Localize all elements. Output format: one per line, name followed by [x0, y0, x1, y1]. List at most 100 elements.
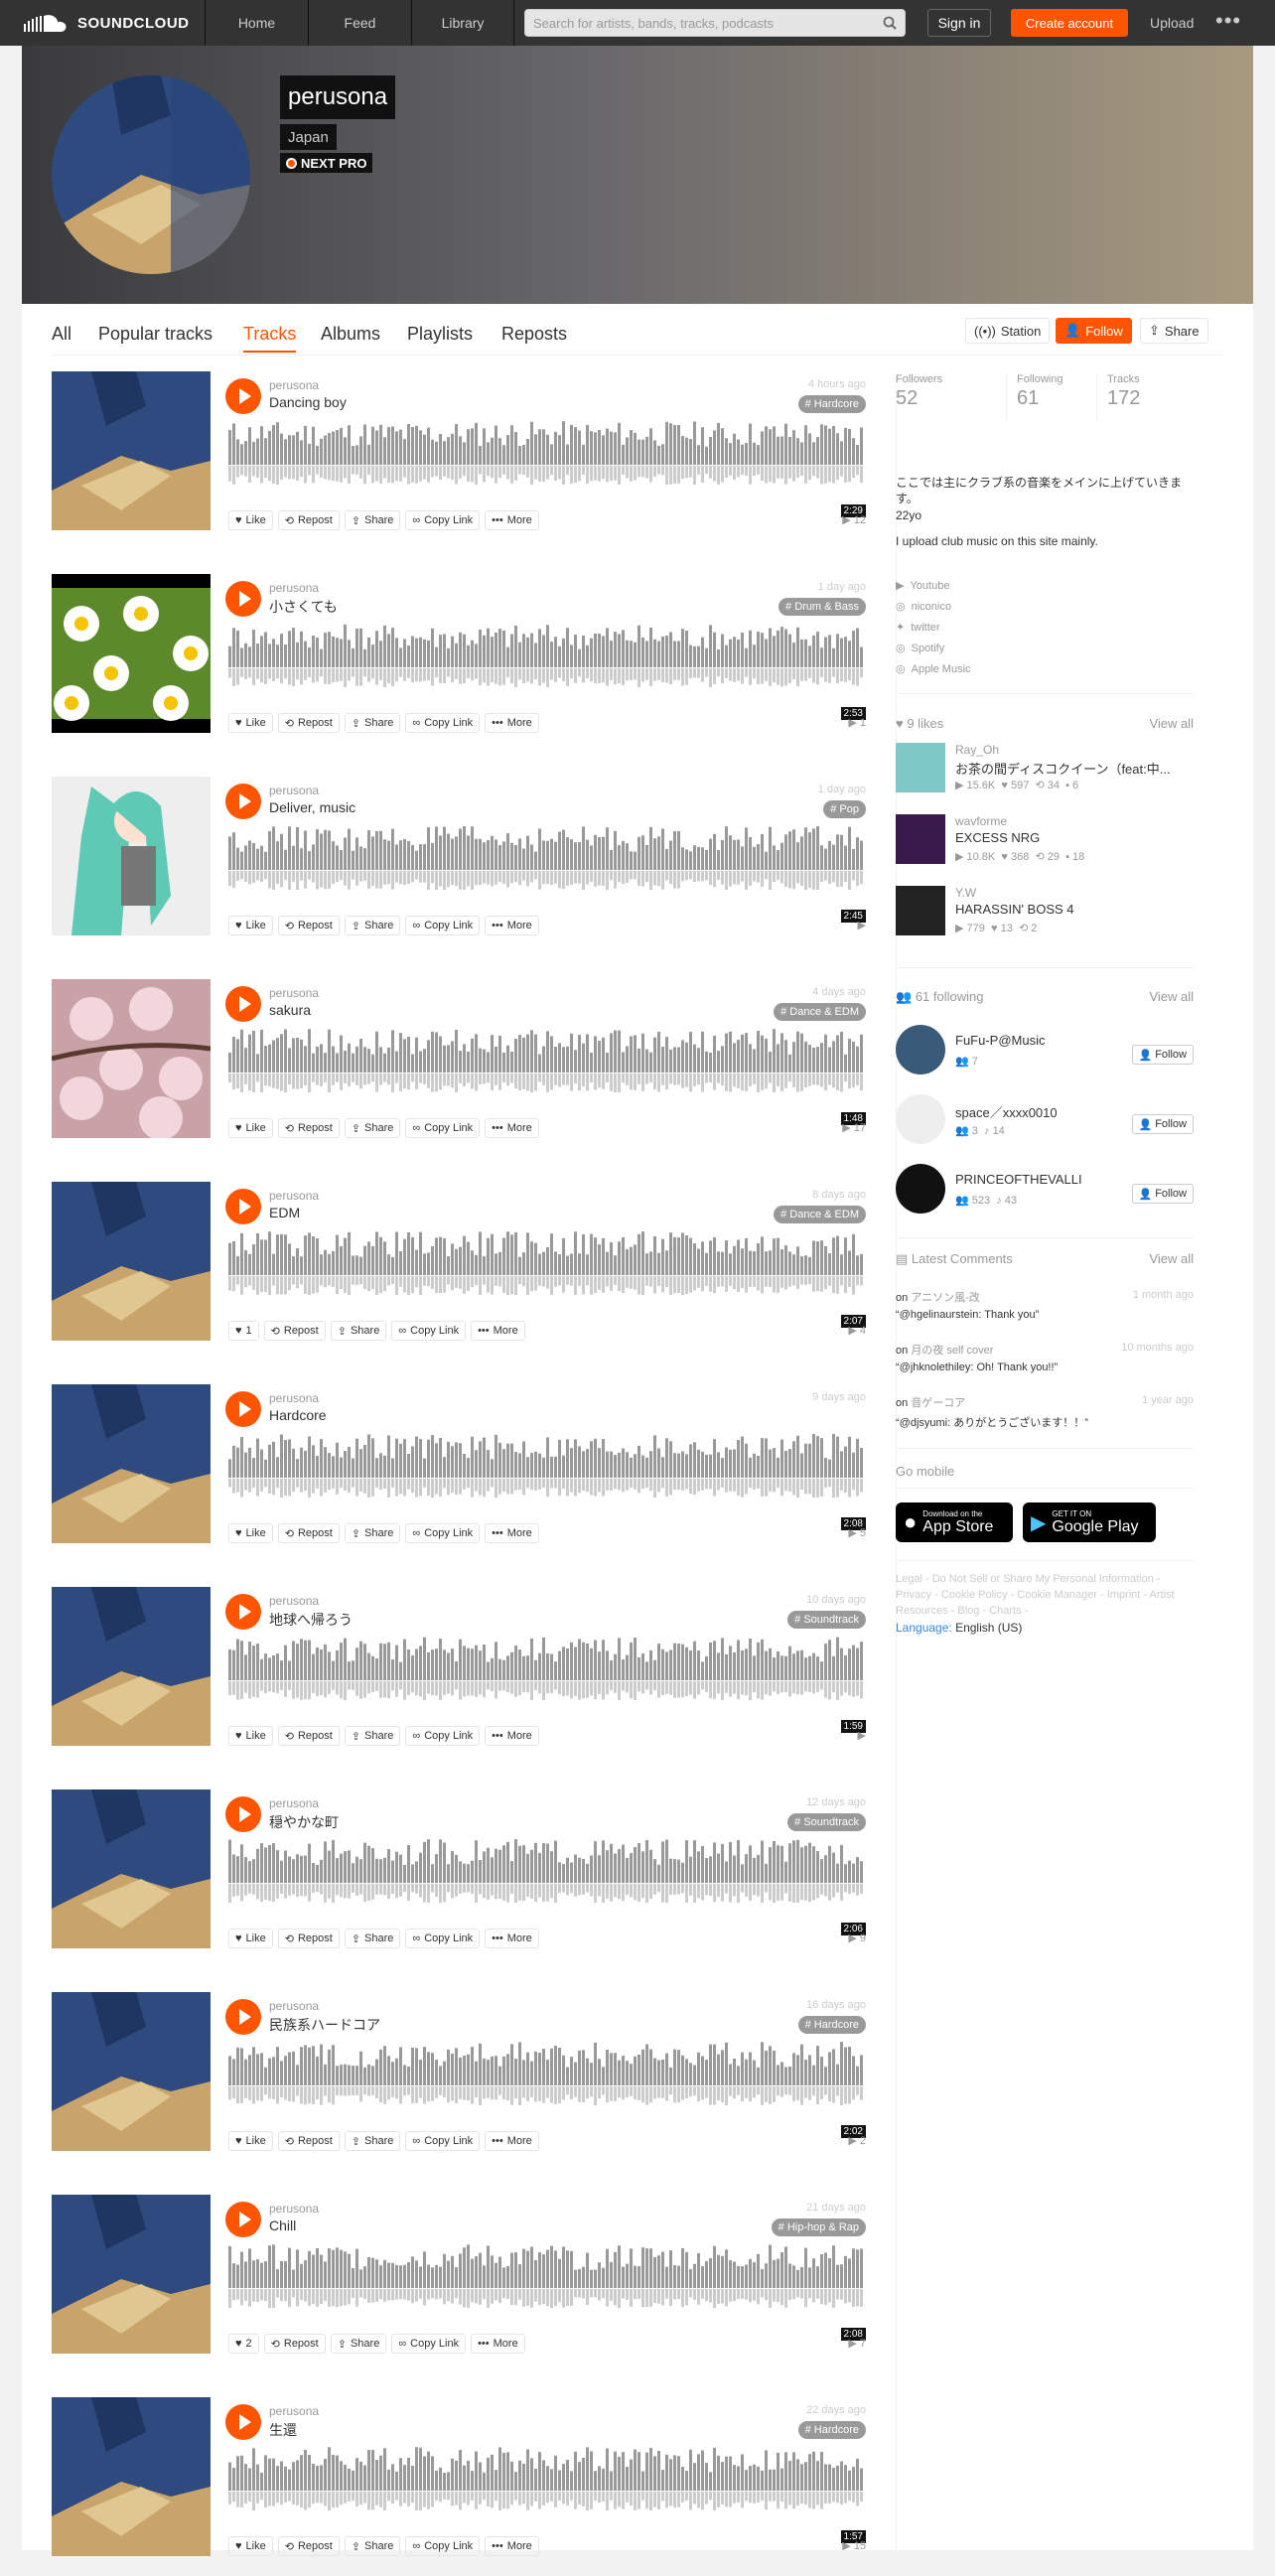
search-input[interactable]: Search for artists, bands, tracks, podca… — [524, 9, 906, 37]
play-button[interactable] — [225, 581, 261, 617]
track-artwork[interactable] — [52, 2195, 211, 2354]
like-button[interactable]: ♥ 2 — [228, 2334, 259, 2354]
share-button[interactable]: ⇪ Share — [344, 510, 401, 530]
share-button[interactable]: ⇪ Share — [1140, 318, 1208, 344]
more-button[interactable]: ••• More — [485, 510, 539, 530]
play-button[interactable] — [225, 1189, 261, 1224]
liked-title[interactable]: HARASSIN' BOSS 4 — [955, 902, 1194, 917]
google-play-badge[interactable]: ▶ GET IT ON Google Play — [1023, 1503, 1156, 1542]
following-user[interactable]: space／xxxx0010 👥 3 ♪ 14 👤 Follow — [896, 1094, 1194, 1154]
like-button[interactable]: ♥ Like — [228, 2536, 273, 2556]
track-user[interactable]: perusona — [269, 1391, 319, 1405]
track-artwork[interactable] — [52, 979, 211, 1138]
user-name[interactable]: space／xxxx0010 — [955, 1102, 1058, 1121]
comment-item[interactable]: on 月の夜 self cover 10 months ago “@jhknolet… — [896, 1342, 1194, 1391]
follow-user-button[interactable]: 👤 Follow — [1131, 1114, 1194, 1134]
track-title[interactable]: 地球へ帰ろう — [269, 1610, 353, 1630]
repost-button[interactable]: ⟲ Repost — [277, 1523, 340, 1543]
create-account-button[interactable]: Create account — [1011, 9, 1128, 37]
repost-button[interactable]: ⟲ Repost — [277, 2131, 340, 2151]
genre-tag[interactable]: # Hardcore — [797, 2421, 866, 2439]
track-title[interactable]: 生還 — [269, 2420, 297, 2440]
like-button[interactable]: ♥ Like — [228, 1726, 273, 1746]
copy-link-button[interactable]: ∞ Copy Link — [391, 1321, 467, 1341]
play-button[interactable] — [225, 2404, 261, 2440]
liked-artwork[interactable] — [896, 743, 945, 792]
genre-tag[interactable]: # Hardcore — [797, 395, 866, 413]
track-user[interactable]: perusona — [269, 986, 319, 1000]
more-menu-icon[interactable]: ••• — [1215, 10, 1241, 34]
share-button[interactable]: ⇪ Share — [344, 1523, 401, 1543]
signin-button[interactable]: Sign in — [927, 9, 991, 37]
track-title[interactable]: Hardcore — [269, 1407, 327, 1423]
copy-link-button[interactable]: ∞ Copy Link — [405, 916, 481, 935]
more-button[interactable]: ••• More — [485, 1118, 539, 1138]
track-user[interactable]: perusona — [269, 784, 319, 797]
following-view-all[interactable]: View all — [1149, 989, 1194, 1004]
like-button[interactable]: ♥ Like — [228, 713, 273, 733]
upload-link[interactable]: Upload — [1150, 9, 1194, 37]
repost-button[interactable]: ⟲ Repost — [277, 1726, 340, 1746]
comment-track[interactable]: アニソン風-改 — [911, 1292, 979, 1304]
waveform[interactable]: 2:29 — [228, 421, 866, 517]
share-button[interactable]: ⇪ Share — [330, 2334, 387, 2354]
following-user[interactable]: FuFu-P@Music 👥 7 👤 Follow — [896, 1025, 1194, 1084]
track-title[interactable]: 民族系ハードコア — [269, 2015, 380, 2035]
more-button[interactable]: ••• More — [485, 1929, 539, 1948]
track-artwork[interactable] — [52, 371, 211, 530]
liked-track[interactable]: Y.W HARASSIN' BOSS 4 ▶ 779 ♥ 13 ⟲ 2 — [896, 886, 1194, 945]
liked-artwork[interactable] — [896, 814, 945, 864]
user-avatar[interactable] — [896, 1094, 945, 1144]
language-selector[interactable]: Language: English (US) — [896, 1621, 1022, 1635]
track-title[interactable]: 穏やかな町 — [269, 1812, 339, 1832]
soundcloud-logo[interactable]: SOUNDCLOUD — [22, 0, 190, 46]
comment-item[interactable]: on アニソン風-改 1 month ago “@hgelinaurstein: T… — [896, 1289, 1194, 1339]
share-button[interactable]: ⇪ Share — [344, 2536, 401, 2556]
comment-track[interactable]: 音ゲーコア — [911, 1397, 965, 1409]
tab-popular-tracks[interactable]: Popular tracks — [98, 324, 212, 345]
waveform[interactable]: 2:02 — [228, 2042, 866, 2138]
waveform[interactable]: 2:08 — [228, 1434, 866, 1530]
track-user[interactable]: perusona — [269, 1796, 319, 1810]
station-button[interactable]: ((•)) Station — [965, 318, 1051, 344]
share-button[interactable]: ⇪ Share — [344, 713, 401, 733]
waveform[interactable]: 2:07 — [228, 1231, 866, 1328]
link-apple-music[interactable]: ◎ Apple Music — [896, 662, 971, 676]
repost-button[interactable]: ⟲ Repost — [277, 1118, 340, 1138]
play-button[interactable] — [225, 1999, 261, 2035]
followers-stat[interactable]: Followers 52 — [896, 373, 1003, 421]
track-artwork[interactable] — [52, 574, 211, 733]
play-button[interactable] — [225, 1594, 261, 1630]
more-button[interactable]: ••• More — [485, 916, 539, 935]
repost-button[interactable]: ⟲ Repost — [277, 1929, 340, 1948]
like-button[interactable]: ♥ Like — [228, 2131, 273, 2151]
like-button[interactable]: ♥ Like — [228, 510, 273, 530]
more-button[interactable]: ••• More — [471, 2334, 525, 2354]
like-button[interactable]: ♥ Like — [228, 916, 273, 935]
search-icon[interactable] — [883, 16, 897, 30]
link-twitter[interactable]: ✦ twitter — [896, 621, 940, 635]
copy-link-button[interactable]: ∞ Copy Link — [405, 2536, 481, 2556]
waveform[interactable]: 1:59 — [228, 1637, 866, 1733]
more-button[interactable]: ••• More — [485, 1726, 539, 1746]
avatar[interactable] — [52, 75, 250, 274]
waveform[interactable]: 1:48 — [228, 1029, 866, 1125]
copy-link-button[interactable]: ∞ Copy Link — [405, 713, 481, 733]
repost-button[interactable]: ⟲ Repost — [263, 2334, 326, 2354]
track-user[interactable]: perusona — [269, 1999, 319, 2013]
repost-button[interactable]: ⟲ Repost — [277, 916, 340, 935]
link-youtube[interactable]: ▶ Youtube — [896, 579, 949, 593]
genre-tag[interactable]: # Soundtrack — [787, 1813, 866, 1831]
follow-user-button[interactable]: 👤 Follow — [1131, 1045, 1194, 1065]
nav-home[interactable]: Home — [205, 0, 308, 46]
share-button[interactable]: ⇪ Share — [344, 1118, 401, 1138]
comment-item[interactable]: on 音ゲーコア 1 year ago “@djsyumi: ありがとうございます！… — [896, 1394, 1194, 1444]
app-store-badge[interactable]: ● Download on the App Store — [896, 1503, 1013, 1542]
comment-track[interactable]: 月の夜 self cover — [911, 1345, 993, 1357]
tab-playlists[interactable]: Playlists — [407, 324, 473, 345]
genre-tag[interactable]: # Dance & EDM — [774, 1003, 866, 1021]
liked-artwork[interactable] — [896, 886, 945, 935]
nav-library[interactable]: Library — [411, 0, 514, 46]
share-button[interactable]: ⇪ Share — [344, 1929, 401, 1948]
repost-button[interactable]: ⟲ Repost — [277, 713, 340, 733]
